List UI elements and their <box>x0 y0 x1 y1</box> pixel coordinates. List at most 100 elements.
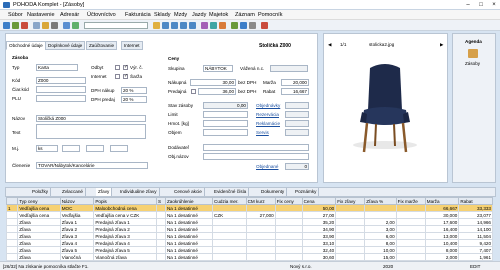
table-cell[interactable]: Vedľajšia cena <box>17 204 61 212</box>
copy-icon[interactable] <box>33 22 40 29</box>
table-cell[interactable] <box>245 204 276 212</box>
print-icon[interactable] <box>42 22 49 29</box>
table-row[interactable]: Zľava Zľava 3 Predajná zľava 3 Na 1 desatin… <box>5 232 493 240</box>
skupina-select[interactable]: NÁBYTOK <box>203 65 233 72</box>
table-cell[interactable]: Vianočná <box>59 253 95 261</box>
table-cell[interactable]: Predajná zľava 1 <box>93 218 158 226</box>
objednane-link[interactable]: Objednané <box>256 164 278 169</box>
internet-checkbox[interactable] <box>115 74 120 79</box>
ciarkod-field[interactable] <box>36 86 86 93</box>
table-cell[interactable] <box>5 225 19 233</box>
table-cell[interactable]: 2,000 <box>424 253 460 261</box>
table-cell[interactable] <box>274 204 303 212</box>
table-cell[interactable] <box>245 225 276 233</box>
table-cell[interactable]: 30,000 <box>424 211 460 219</box>
table-cell[interactable] <box>395 253 426 261</box>
table-cell[interactable]: Zľava 5 <box>59 246 95 254</box>
prev-record-icon[interactable] <box>171 22 178 29</box>
dph-nakup-select[interactable]: 20 % <box>121 87 147 94</box>
limit-field[interactable] <box>203 111 248 118</box>
settings-icon[interactable] <box>240 22 247 29</box>
table-cell[interactable] <box>335 253 366 261</box>
table-cell[interactable] <box>395 204 426 212</box>
close-icon[interactable]: × <box>488 1 500 9</box>
table-cell[interactable]: Na 1 desatinné <box>164 232 214 240</box>
table-cell[interactable] <box>212 218 247 226</box>
col-s[interactable]: S <box>156 197 166 205</box>
table-cell[interactable]: Na 1 desatinné <box>164 218 214 226</box>
table-cell[interactable]: 1,961 <box>458 253 493 261</box>
table-cell[interactable]: 23,077 <box>458 211 493 219</box>
table-row[interactable]: Zľava Zľava 2 Predajná zľava 2 Na 1 desatin… <box>5 225 493 233</box>
filter-icon[interactable] <box>51 22 58 29</box>
table-cell[interactable] <box>212 253 247 261</box>
predajna-checkbox[interactable] <box>191 89 196 94</box>
menu-fakturacia[interactable]: Fakturácia <box>125 12 151 18</box>
table-cell[interactable]: Maloobchodná cena <box>93 204 158 212</box>
table-cell[interactable] <box>5 211 19 219</box>
first-record-icon[interactable] <box>162 22 169 29</box>
new-record-icon[interactable] <box>3 22 10 29</box>
table-cell[interactable] <box>274 225 303 233</box>
objnazov-field[interactable] <box>203 153 309 160</box>
sarza-checkbox[interactable] <box>123 73 128 79</box>
table-cell[interactable] <box>364 211 397 219</box>
table-cell[interactable] <box>245 218 276 226</box>
table-cell[interactable] <box>156 211 166 219</box>
table-cell[interactable] <box>5 246 19 254</box>
table-cell[interactable]: 8,000 <box>424 246 460 254</box>
mj4-field[interactable] <box>110 145 128 152</box>
col-zaokruhlenie[interactable]: Zaokrúhlenie <box>164 197 214 205</box>
table-row[interactable]: Zľava Zľava 1 Predajná zľava 1 Na 1 desatin… <box>5 218 493 226</box>
table-row[interactable]: Zľava Zľava 4 Predajná zľava 4 Na 1 desatin… <box>5 239 493 247</box>
table-cell[interactable]: Predajná zľava 4 <box>93 239 158 247</box>
table-cell[interactable] <box>395 211 426 219</box>
table-cell[interactable] <box>156 204 166 212</box>
tab-dokumenty[interactable]: Dokumenty <box>259 188 288 196</box>
table-cell[interactable] <box>212 225 247 233</box>
table-cell[interactable] <box>212 246 247 254</box>
table-cell[interactable] <box>274 246 303 254</box>
col-fix-marze[interactable]: Fix marže <box>395 197 426 205</box>
table-cell[interactable]: 17,600 <box>424 218 460 226</box>
attachment-icon[interactable] <box>201 22 208 29</box>
image-next-icon[interactable]: ▶ <box>440 42 444 48</box>
table-row[interactable]: Zľava Vianočná Vianočná zľava Na 1 desatinn… <box>5 253 493 261</box>
table-cell[interactable]: 7,407 <box>458 246 493 254</box>
table-cell[interactable]: Na 1 desatinné <box>164 246 214 254</box>
table-cell[interactable]: 14,100 <box>458 225 493 233</box>
table-cell[interactable] <box>5 218 19 226</box>
dph-predaj-select[interactable]: 20 % <box>121 96 147 103</box>
tab-polozky[interactable]: Položky <box>30 188 52 196</box>
last-record-icon[interactable] <box>189 22 196 29</box>
col-zlava[interactable]: Zľava % <box>364 197 397 205</box>
table-cell[interactable] <box>5 253 19 261</box>
table-cell[interactable]: 33,90 <box>301 232 337 240</box>
table-cell[interactable] <box>156 232 166 240</box>
tab-obchodne-udaje[interactable]: Obchodné údaje <box>6 41 46 50</box>
next-record-icon[interactable] <box>180 22 187 29</box>
maximize-icon[interactable]: □ <box>475 1 487 9</box>
search-icon[interactable] <box>63 22 70 29</box>
nakupna-field[interactable]: 30,00 <box>190 79 236 86</box>
table-cell[interactable]: Vedľajšia cena <box>17 211 61 219</box>
table-cell[interactable]: 10,400 <box>424 239 460 247</box>
table-cell[interactable] <box>245 232 276 240</box>
table-cell[interactable]: 50,00 <box>301 204 337 212</box>
image-prev-icon[interactable]: ◀ <box>328 42 332 48</box>
typ-select[interactable]: Karta <box>36 64 78 71</box>
table-cell[interactable] <box>395 239 426 247</box>
table-cell[interactable] <box>395 225 426 233</box>
table-cell[interactable]: Zľava <box>17 218 61 226</box>
table-cell[interactable]: 10,00 <box>364 246 397 254</box>
tab-evidencne-cisla[interactable]: Evidenčné čísla <box>212 188 250 196</box>
tab-zlavy[interactable]: Zľavy <box>96 188 113 196</box>
table-cell[interactable]: 33,10 <box>301 239 337 247</box>
reklamacie-link[interactable]: Reklamácie <box>256 121 280 126</box>
table-cell[interactable]: Predajná zľava 2 <box>93 225 158 233</box>
rabat-field[interactable]: 16,667 <box>281 88 309 95</box>
table-cell[interactable] <box>335 232 366 240</box>
table-cell[interactable] <box>364 204 397 212</box>
table-cell[interactable] <box>395 232 426 240</box>
objem-field[interactable] <box>203 129 248 136</box>
